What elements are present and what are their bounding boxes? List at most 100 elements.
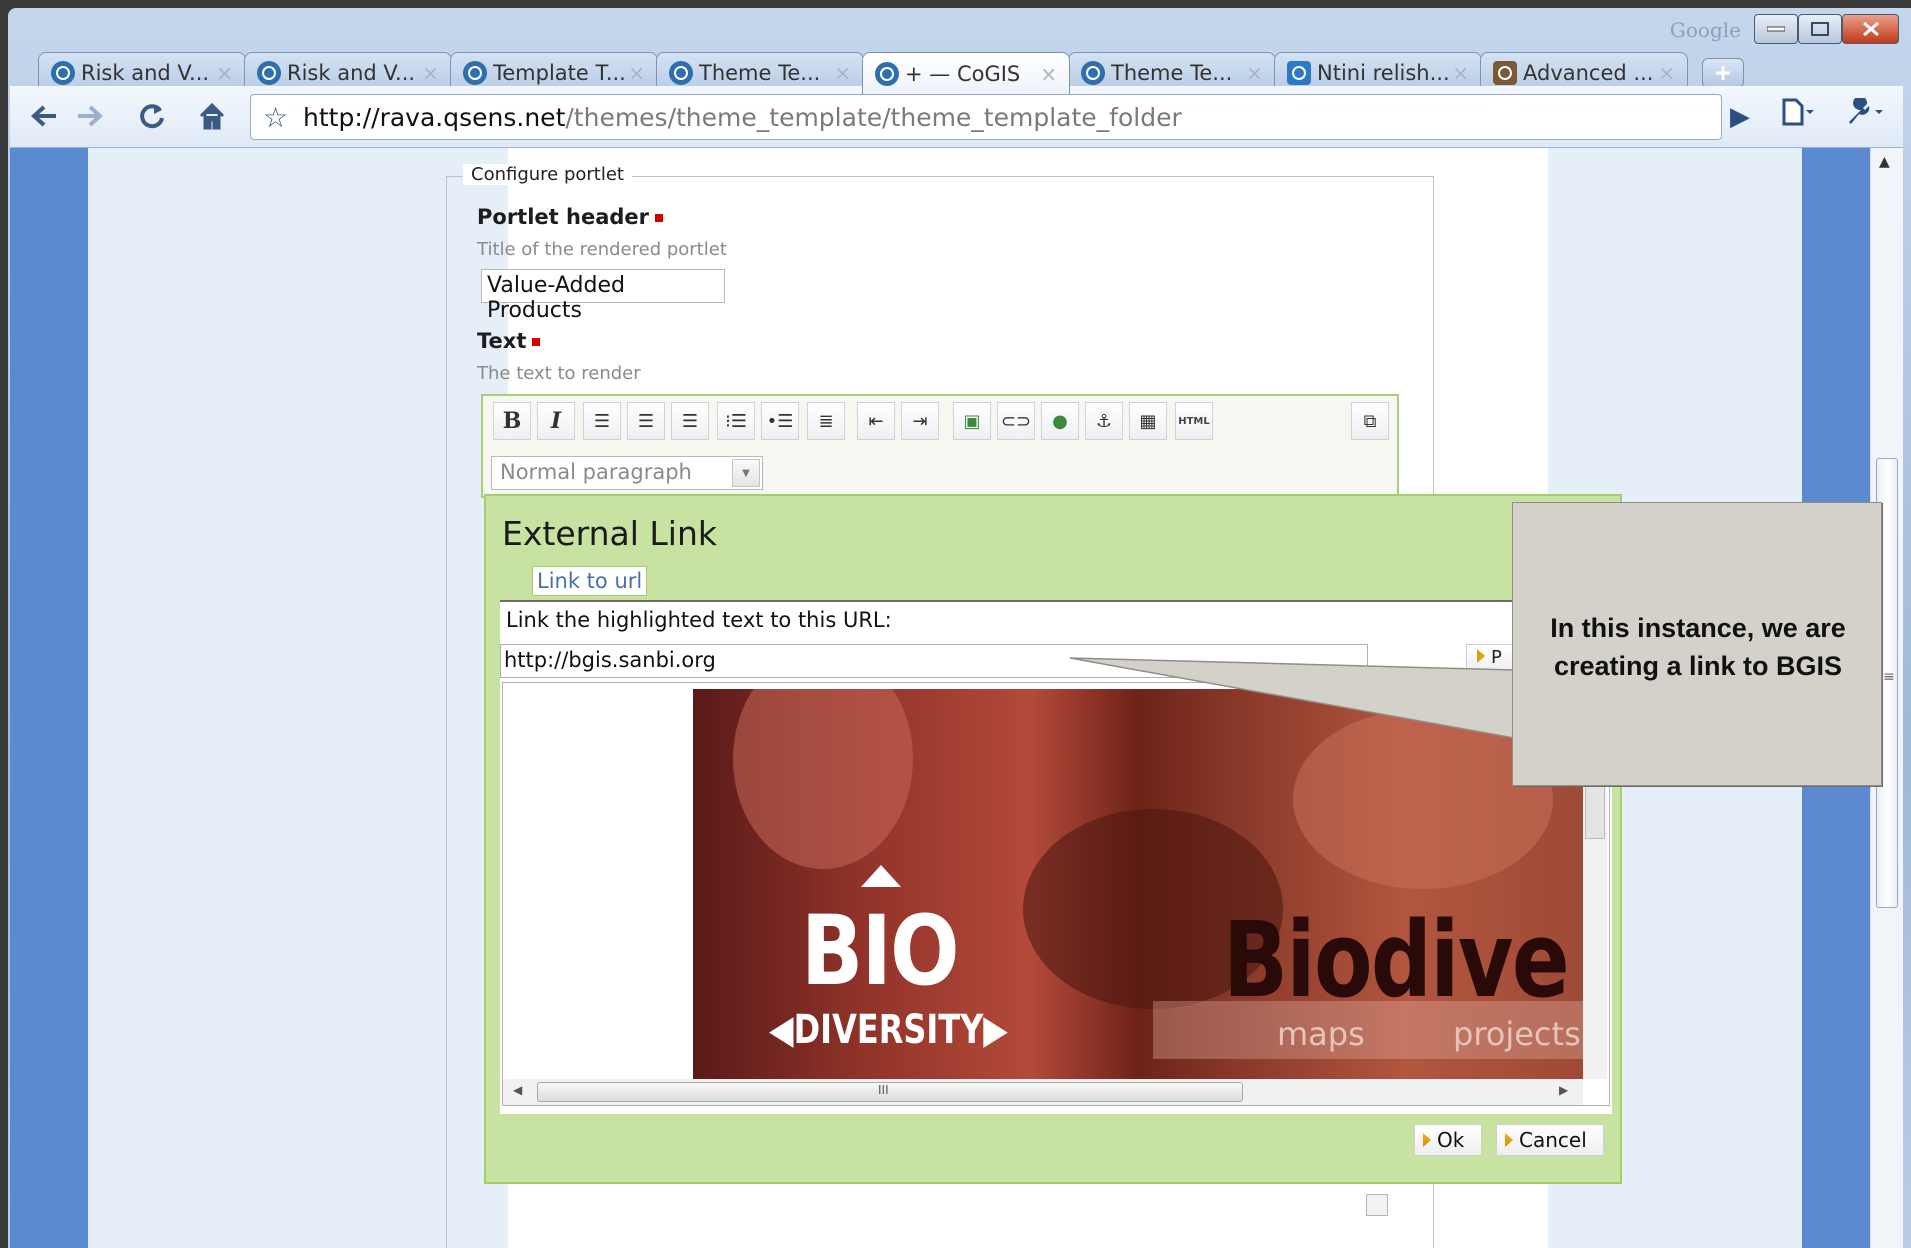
preview-nav-projects: projects	[1453, 1015, 1581, 1053]
anchor-button[interactable]: ⚓	[1085, 402, 1123, 440]
button-arrow-icon	[1423, 1133, 1431, 1147]
fullscreen-icon: ⧉	[1363, 410, 1377, 432]
reload-button[interactable]	[130, 94, 174, 138]
text-label: Text	[477, 329, 541, 353]
tab-close-icon[interactable]: ×	[1040, 62, 1057, 86]
ok-button[interactable]: Ok	[1414, 1124, 1482, 1156]
tab-label: Theme Te...	[1111, 60, 1233, 85]
tab-close-icon[interactable]: ×	[422, 61, 439, 85]
close-icon	[1862, 21, 1879, 37]
url-path: /themes/theme_template/theme_template_fo…	[565, 103, 1182, 132]
italic-button[interactable]: I	[537, 402, 575, 440]
tab-label: + — CoGIS	[905, 61, 1021, 86]
page-menu-icon[interactable]	[1780, 98, 1814, 133]
portlet-header-label-text: Portlet header	[477, 205, 649, 229]
browser-tab-active[interactable]: + — CoGIS ×	[862, 52, 1070, 94]
tab-close-icon[interactable]: ×	[1658, 61, 1675, 85]
insert-table-button[interactable]: ▦	[1129, 402, 1167, 440]
portlet-header-input[interactable]: Value-Added Products	[481, 269, 725, 323]
cogis-icon	[669, 60, 693, 85]
chevron-down-icon[interactable]: ▼	[732, 459, 760, 487]
callout-pointer	[1070, 657, 1515, 739]
external-link-button[interactable]: ●	[1041, 402, 1079, 440]
forward-button[interactable]	[70, 94, 110, 138]
bio-arrow-icon	[861, 865, 901, 887]
align-left-button[interactable]: ☰	[583, 402, 621, 440]
format-select-value: Normal paragraph	[500, 460, 692, 484]
wrench-menu-icon[interactable]	[1845, 96, 1885, 133]
go-arrow-icon[interactable]: ▶	[1730, 102, 1750, 132]
numbered-list-button[interactable]: ⁝☰	[717, 402, 755, 440]
cogis-icon	[51, 60, 75, 85]
close-window-button[interactable]	[1842, 14, 1899, 44]
url-prompt: Link the highlighted text to this URL:	[506, 608, 892, 632]
plus-icon	[1716, 66, 1730, 80]
align-left-icon: ☰	[593, 410, 611, 432]
definition-list-button[interactable]: ≣	[807, 402, 845, 440]
globe-icon: ●	[1052, 410, 1068, 432]
align-right-button[interactable]: ☰	[671, 402, 709, 440]
minimize-button[interactable]	[1754, 14, 1798, 44]
home-icon	[199, 102, 225, 130]
html-source-button[interactable]: HTML	[1175, 402, 1213, 440]
scroll-left-arrow-icon[interactable]: ◀	[513, 1083, 522, 1097]
address-url[interactable]: http://rava.qsens.net/themes/theme_templ…	[303, 103, 1182, 132]
tab-link-to-url[interactable]: Link to url	[532, 566, 648, 596]
external-link-dialog: External Link Link to url Link the highl…	[484, 494, 1622, 1184]
wrench-icon	[1849, 96, 1883, 124]
diversity-logo-text: ◀DIVERSITY▶	[769, 1007, 1008, 1053]
new-tab-button[interactable]	[1702, 58, 1744, 88]
portlet-header-help: Title of the rendered portlet	[477, 239, 727, 260]
bullet-list-icon: •☰	[766, 410, 794, 432]
bookmark-star-icon[interactable]: ☆	[263, 101, 288, 134]
tab-close-icon[interactable]: ×	[1246, 61, 1263, 85]
preview-horizontal-scrollbar[interactable]: ◀ III ▶	[503, 1079, 1583, 1105]
image-icon: ▣	[963, 410, 981, 432]
home-button[interactable]	[190, 94, 234, 138]
numbered-list-icon: ⁝☰	[725, 410, 747, 432]
outdent-button[interactable]: ⇤	[857, 402, 895, 440]
indent-button[interactable]: ⇥	[901, 402, 939, 440]
preview-texture	[733, 689, 913, 869]
back-button[interactable]	[24, 94, 64, 138]
link-icon: ⊂⊃	[1000, 410, 1032, 432]
preview-hscroll-thumb[interactable]: III	[537, 1082, 1243, 1102]
tab-close-icon[interactable]: ×	[1452, 61, 1469, 85]
bold-button[interactable]: B	[493, 402, 531, 440]
scroll-grip-text: III	[878, 1083, 889, 1097]
address-bar[interactable]: ☆ http://rava.qsens.net/themes/theme_tem…	[250, 94, 1722, 140]
text-help: The text to render	[477, 363, 641, 384]
forward-arrow-icon	[78, 105, 103, 127]
google-label: Google	[1669, 18, 1741, 42]
annotation-callout: In this instance, we are creating a link…	[1512, 502, 1882, 786]
scroll-up-arrow-icon[interactable]: ▲	[1879, 154, 1890, 170]
tab-label: Template T...	[493, 60, 626, 85]
google-icon	[1287, 60, 1311, 85]
diversity-text: DIVERSITY	[793, 1007, 984, 1053]
cancel-button[interactable]: Cancel	[1496, 1124, 1604, 1156]
cogis-icon	[875, 61, 899, 86]
tab-close-icon[interactable]: ×	[216, 61, 233, 85]
editor-resize-handle[interactable]	[1366, 1194, 1388, 1216]
maximize-button[interactable]	[1798, 14, 1842, 44]
tab-label: Risk and V...	[81, 60, 210, 85]
fullscreen-button[interactable]: ⧉	[1351, 402, 1389, 440]
back-arrow-icon	[31, 105, 56, 127]
tab-label: Theme Te...	[699, 60, 821, 85]
paragraph-format-select[interactable]: Normal paragraph ▼	[491, 456, 763, 490]
insert-link-button[interactable]: ⊂⊃	[997, 402, 1035, 440]
anchor-icon: ⚓	[1095, 410, 1113, 432]
tab-close-icon[interactable]: ×	[628, 61, 645, 85]
cogis-icon	[463, 60, 487, 85]
required-marker	[655, 214, 663, 222]
scroll-right-arrow-icon[interactable]: ▶	[1559, 1083, 1568, 1097]
rich-text-toolbar: B I ☰ ☰ ☰ ⁝☰ •☰ ≣ ⇤ ⇥ ▣ ⊂⊃ ● ⚓ ▦ HTML ⧉ …	[481, 394, 1399, 498]
outdent-icon: ⇤	[868, 410, 884, 432]
definition-list-icon: ≣	[818, 410, 834, 432]
cancel-button-label: Cancel	[1519, 1128, 1587, 1152]
button-arrow-icon	[1505, 1133, 1513, 1147]
align-center-button[interactable]: ☰	[627, 402, 665, 440]
insert-image-button[interactable]: ▣	[953, 402, 991, 440]
bullet-list-button[interactable]: •☰	[761, 402, 799, 440]
tab-close-icon[interactable]: ×	[834, 61, 851, 85]
